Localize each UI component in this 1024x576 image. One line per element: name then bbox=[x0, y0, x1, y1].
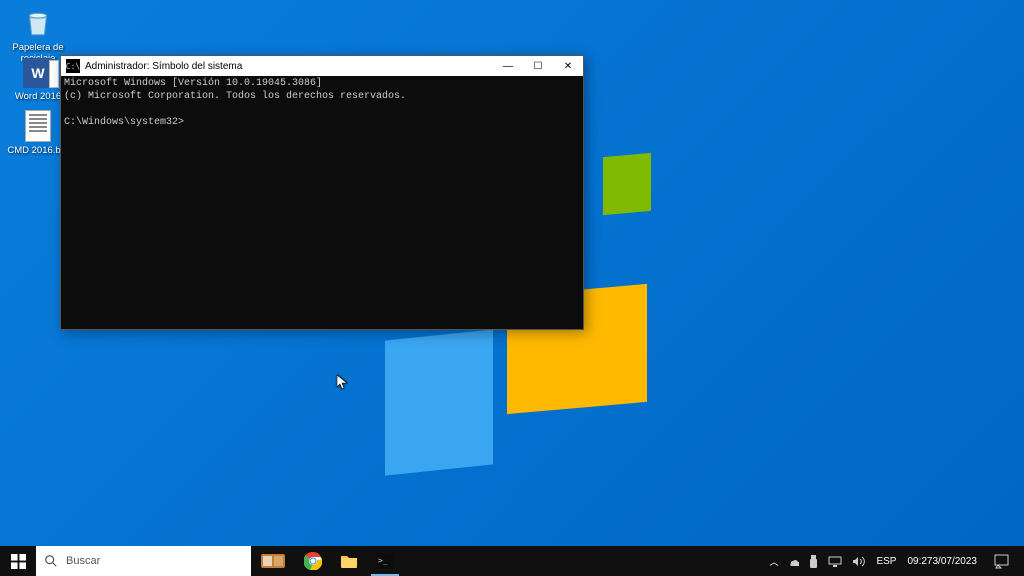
taskbar-chrome[interactable] bbox=[295, 546, 331, 576]
volume-icon[interactable] bbox=[852, 556, 865, 567]
mouse-cursor bbox=[337, 375, 349, 394]
search-placeholder: Buscar bbox=[66, 555, 100, 567]
taskbar-clock[interactable]: 09:27 3/07/2023 bbox=[901, 546, 983, 576]
cmd-prompt: C:\Windows\system32> bbox=[64, 116, 580, 129]
taskbar-search[interactable]: Buscar bbox=[36, 546, 251, 576]
cmd-titlebar[interactable]: C:\ Administrador: Símbolo del sistema —… bbox=[61, 56, 583, 76]
search-icon bbox=[44, 554, 58, 568]
windows-logo-icon bbox=[11, 554, 26, 569]
notification-icon bbox=[994, 554, 1009, 569]
taskbar: Buscar >_ ︿ ESP 09:27 3/07/2023 bbox=[0, 546, 1024, 576]
svg-text:>_: >_ bbox=[378, 556, 388, 565]
cmd-blank-line bbox=[64, 103, 580, 116]
onedrive-icon[interactable] bbox=[788, 556, 799, 567]
close-button[interactable]: ✕ bbox=[553, 56, 583, 76]
language-indicator[interactable]: ESP bbox=[871, 546, 901, 576]
cmd-output-line: Microsoft Windows [Versión 10.0.19045.30… bbox=[64, 77, 580, 90]
usb-icon[interactable] bbox=[809, 555, 818, 568]
cmd-terminal[interactable]: Microsoft Windows [Versión 10.0.19045.30… bbox=[61, 76, 583, 329]
minimize-button[interactable]: — bbox=[493, 56, 523, 76]
clock-time: 09:27 bbox=[907, 556, 932, 567]
taskbar-spacer bbox=[403, 546, 763, 576]
taskbar-cortana-news[interactable] bbox=[251, 546, 295, 576]
show-desktop-button[interactable] bbox=[1019, 546, 1024, 576]
notification-center-button[interactable] bbox=[983, 546, 1019, 576]
cmd-icon: >_ bbox=[376, 553, 394, 569]
network-icon[interactable] bbox=[828, 556, 842, 567]
chrome-icon bbox=[304, 552, 322, 570]
tray-overflow-icon[interactable]: ︿ bbox=[769, 555, 778, 568]
system-tray[interactable]: ︿ bbox=[763, 546, 871, 576]
start-button[interactable] bbox=[0, 546, 36, 576]
cmd-output-line: (c) Microsoft Corporation. Todos los der… bbox=[64, 90, 580, 103]
recycle-bin-icon bbox=[21, 5, 55, 39]
text-file-icon bbox=[25, 110, 51, 142]
news-icon bbox=[260, 551, 286, 571]
taskbar-cmd[interactable]: >_ bbox=[367, 546, 403, 576]
clock-date: 3/07/2023 bbox=[933, 556, 978, 567]
maximize-button[interactable]: ☐ bbox=[523, 56, 553, 76]
logo-pane-blue bbox=[385, 329, 493, 475]
cmd-window[interactable]: C:\ Administrador: Símbolo del sistema —… bbox=[60, 55, 584, 330]
cmd-titlebar-icon: C:\ bbox=[66, 59, 80, 73]
taskbar-explorer[interactable] bbox=[331, 546, 367, 576]
folder-icon bbox=[340, 553, 358, 569]
cmd-title: Administrador: Símbolo del sistema bbox=[85, 61, 493, 72]
logo-pane-green bbox=[603, 153, 651, 215]
word-icon: W bbox=[23, 58, 53, 88]
